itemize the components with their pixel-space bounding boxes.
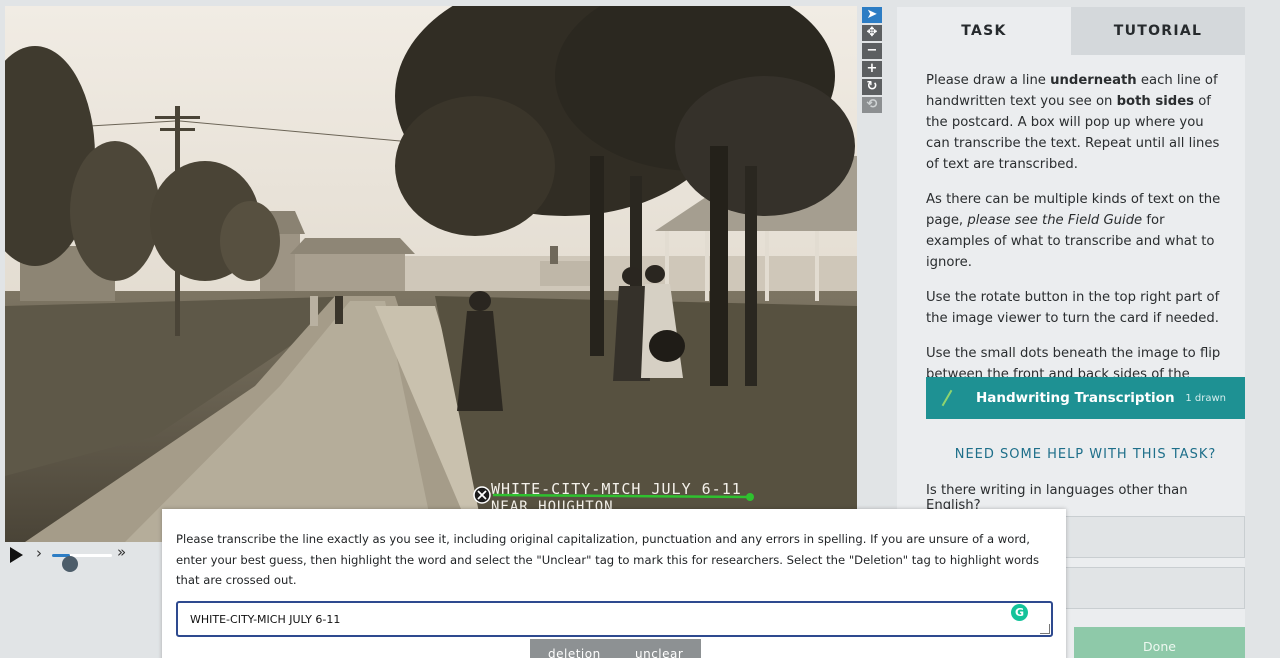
reset-view-icon[interactable]: ⟲ [862,97,882,113]
instruction-text: Please draw a line [926,73,1051,88]
tool-label: Handwriting Transcription [976,390,1175,406]
speed-slider-handle[interactable] [62,556,78,572]
field-guide-reference: please see the Field Guide [967,213,1143,228]
task-help-link[interactable]: NEED SOME HELP WITH THIS TASK? [926,447,1245,462]
unclear-tag-button[interactable]: unclear [617,639,702,658]
instruction-emphasis: underneath [1050,73,1137,88]
playback-controls: › » [8,543,148,572]
instruction-paragraph-3: Use the rotate button in the top right p… [926,290,1220,326]
tab-tutorial[interactable]: TUTORIAL [1071,7,1245,55]
popup-instructions: Please transcribe the line exactly as yo… [176,532,1040,587]
step-forward-icon[interactable]: › [36,544,42,562]
zoom-in-icon[interactable]: + [862,61,882,77]
play-icon[interactable] [10,547,23,563]
task-tabs: TASK TUTORIAL [897,7,1245,55]
rotate-icon[interactable]: ↻ [862,79,882,95]
tool-drawn-count: 1 drawn [1185,392,1226,404]
postcard-image[interactable]: WHITE-CITY-MICH JULY 6-11 NEAR HOUGHTON [5,6,857,542]
instruction-paragraph-1: Please draw a line underneath each line … [926,70,1231,175]
instruction-paragraph-2: As there can be multiple kinds of text o… [926,189,1231,273]
pointer-tool-icon[interactable]: ➤ [862,7,882,23]
speed-slider[interactable] [52,554,112,572]
tab-task[interactable]: TASK [897,7,1071,55]
move-tool-icon[interactable]: ✥ [862,25,882,41]
image-viewer[interactable]: WHITE-CITY-MICH JULY 6-11 NEAR HOUGHTON [5,6,857,542]
grammarly-icon[interactable]: G [1011,604,1028,621]
fast-forward-icon[interactable]: » [117,543,126,561]
deletion-tag-button[interactable]: deletion [530,639,619,658]
handwriting-transcription-tool[interactable]: Handwriting Transcription 1 drawn [926,377,1245,419]
instruction-emphasis: both sides [1116,94,1194,109]
done-button[interactable]: Done [1074,627,1245,658]
delete-line-icon[interactable] [473,486,491,504]
resize-grip-icon[interactable] [1040,624,1050,634]
transcription-popup: Please transcribe the line exactly as yo… [162,509,1066,658]
transcription-input[interactable] [176,601,1053,637]
line-tool-icon [941,389,953,407]
zoom-out-icon[interactable]: − [862,43,882,59]
line-end-handle[interactable] [746,493,754,501]
task-instructions: Please draw a line underneath each line … [897,55,1245,406]
viewer-toolbar: ➤ ✥ − + ↻ ⟲ [862,7,882,113]
